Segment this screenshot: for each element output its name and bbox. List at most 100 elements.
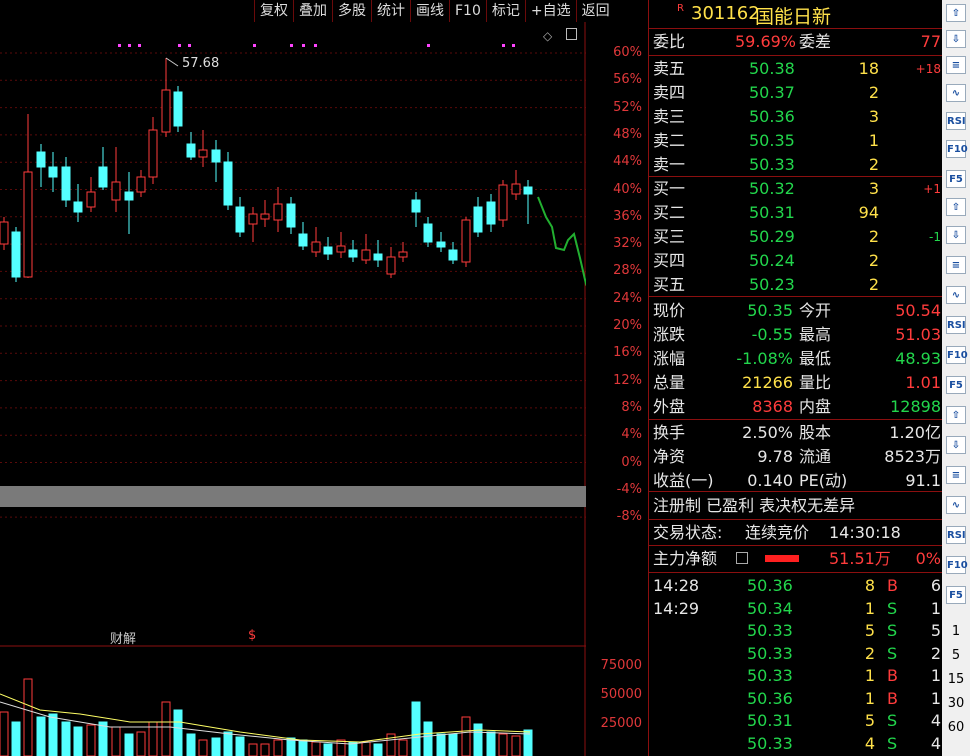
pct-tick: 0% <box>621 454 642 470</box>
RSI-icon[interactable]: RSI <box>946 526 966 544</box>
volume-bar <box>223 731 233 756</box>
F5-icon[interactable]: F5 <box>946 376 966 394</box>
pct-tick: 40% <box>613 181 642 197</box>
candle-body <box>124 191 134 201</box>
down-arrow-icon[interactable]: ⇩ <box>946 30 966 48</box>
down-arrow-icon[interactable]: ⇩ <box>946 226 966 244</box>
down-arrow-icon[interactable]: ⇩ <box>946 436 966 454</box>
up-arrow-icon[interactable]: ⇧ <box>946 406 966 424</box>
dividend-marker[interactable]: $ <box>248 628 256 643</box>
toolbar-btn-8[interactable]: 返回 <box>575 0 615 22</box>
stat-label: 收益(一) <box>653 471 714 490</box>
F10-icon[interactable]: F10 <box>946 346 968 364</box>
candle-body <box>311 241 321 253</box>
candle-body <box>48 166 58 178</box>
ask-price: 50.33 <box>749 155 795 174</box>
ask-volume: 2 <box>868 155 879 174</box>
volume-bar <box>398 739 408 756</box>
bid-price: 50.32 <box>749 179 795 198</box>
volume-bar <box>186 733 196 756</box>
pct-tick: 20% <box>613 318 642 333</box>
RSI-icon[interactable]: RSI <box>946 316 966 334</box>
tick-time: 14:28 <box>653 576 700 595</box>
diamond-icon[interactable]: ◇ <box>543 29 552 43</box>
tick-price: 50.33 <box>747 733 793 753</box>
toolbar-btn-6[interactable]: 标记 <box>485 0 525 22</box>
candle-body <box>11 231 21 278</box>
tick-volume: 8 <box>864 576 875 595</box>
window-icon[interactable] <box>566 28 577 40</box>
bid-price: 50.29 <box>749 227 795 246</box>
stat-value: 50.54 <box>895 301 941 320</box>
candle-body <box>235 206 245 233</box>
tick-count: 5 <box>930 621 941 640</box>
stat-value: 12898 <box>890 397 941 416</box>
stat-label: 最高 <box>799 325 832 344</box>
tick-volume: 1 <box>864 666 875 685</box>
toolbar-btn-2[interactable]: 多股 <box>332 0 371 22</box>
bid-row: 买四 50.24 2 <box>649 249 943 273</box>
pct-tick: 28% <box>613 263 642 279</box>
volume-bar <box>198 739 208 756</box>
candle-body <box>198 149 208 158</box>
signal-dot <box>302 44 305 47</box>
toolbar-btn-4[interactable]: 画线 <box>410 0 449 22</box>
up-arrow-icon[interactable]: ⇧ <box>946 4 966 22</box>
toolbar-btn-0[interactable]: 复权 <box>254 0 293 22</box>
pct-tick: 4% <box>621 427 642 443</box>
pct-tick: 52% <box>613 99 642 115</box>
tick-side: S <box>887 621 898 640</box>
list-icon[interactable]: ≡ <box>946 56 966 74</box>
weicha-value: 77 <box>920 32 941 51</box>
F5-icon[interactable]: F5 <box>946 586 966 604</box>
stock-tags: 注册制 已盈利 表决权无差异 <box>653 496 856 515</box>
period-30[interactable]: 30 <box>942 696 970 711</box>
stat-row: 收益(一) 0.140 PE(动) 91.1 <box>649 469 943 493</box>
list-icon[interactable]: ≡ <box>946 466 966 484</box>
finance-marker[interactable]: 财解 <box>110 628 136 647</box>
bid-row: 买一 50.32 3 +1 <box>649 177 943 201</box>
kline-chart[interactable] <box>0 22 586 756</box>
F10-icon[interactable]: F10 <box>946 140 968 158</box>
period-1[interactable]: 1 <box>942 624 970 639</box>
F10-icon[interactable]: F10 <box>946 556 968 574</box>
stat-value: 2.50% <box>742 423 793 442</box>
up-arrow-icon[interactable]: ⇧ <box>946 198 966 216</box>
chart-icon[interactable]: ∿ <box>946 286 966 304</box>
flow-bar <box>765 555 799 562</box>
bid-label: 买四 <box>653 251 686 270</box>
stat-label: 流通 <box>799 447 832 466</box>
RSI-icon[interactable]: RSI <box>946 112 966 130</box>
stat-row: 现价 50.35 今开 50.54 <box>649 299 943 323</box>
ask-change: +18 <box>915 62 941 76</box>
period-15[interactable]: 15 <box>942 672 970 687</box>
toolbar-btn-3[interactable]: 统计 <box>371 0 410 22</box>
tick-volume: 1 <box>864 688 875 708</box>
period-60[interactable]: 60 <box>942 720 970 735</box>
F5-icon[interactable]: F5 <box>946 170 966 188</box>
main-flow-row[interactable]: 主力净额 51.51万 0% <box>649 547 943 571</box>
pct-tick: 60% <box>613 45 642 60</box>
ask-volume: 2 <box>868 83 879 102</box>
chart-icon[interactable]: ∿ <box>946 84 966 102</box>
toolbar-btn-7[interactable]: +自选 <box>524 0 576 22</box>
volume-bar <box>235 736 245 756</box>
stat-value: -1.08% <box>736 349 793 368</box>
stock-name: 国能日新 <box>755 6 832 28</box>
stat-row: 净资 9.78 流通 8523万 <box>649 445 943 469</box>
stat-label: PE(动) <box>799 471 848 490</box>
list-icon[interactable] <box>736 552 748 564</box>
volume-bar <box>373 743 383 756</box>
ask-label: 卖二 <box>653 131 686 150</box>
signal-dot <box>128 44 131 47</box>
side-toolbar: ⇧ ⇩ ≡ ∿ RSI F10 F5 ⇧ ⇩ ≡ ∿ RSI F10 F5 ⇧ ⇩ ≡ ∿ RSI F10 F5 1 5 15… <box>942 0 970 756</box>
list-icon[interactable]: ≡ <box>946 256 966 274</box>
volume-bar <box>423 721 433 756</box>
toolbar-btn-5[interactable]: F10 <box>449 0 486 22</box>
period-5[interactable]: 5 <box>942 648 970 663</box>
chart-icon[interactable]: ∿ <box>946 496 966 514</box>
toolbar-btn-1[interactable]: 叠加 <box>293 0 332 22</box>
tick-price: 50.33 <box>747 621 793 640</box>
bid-row: 买五 50.23 2 <box>649 273 943 297</box>
bid-label: 买三 <box>653 227 686 246</box>
